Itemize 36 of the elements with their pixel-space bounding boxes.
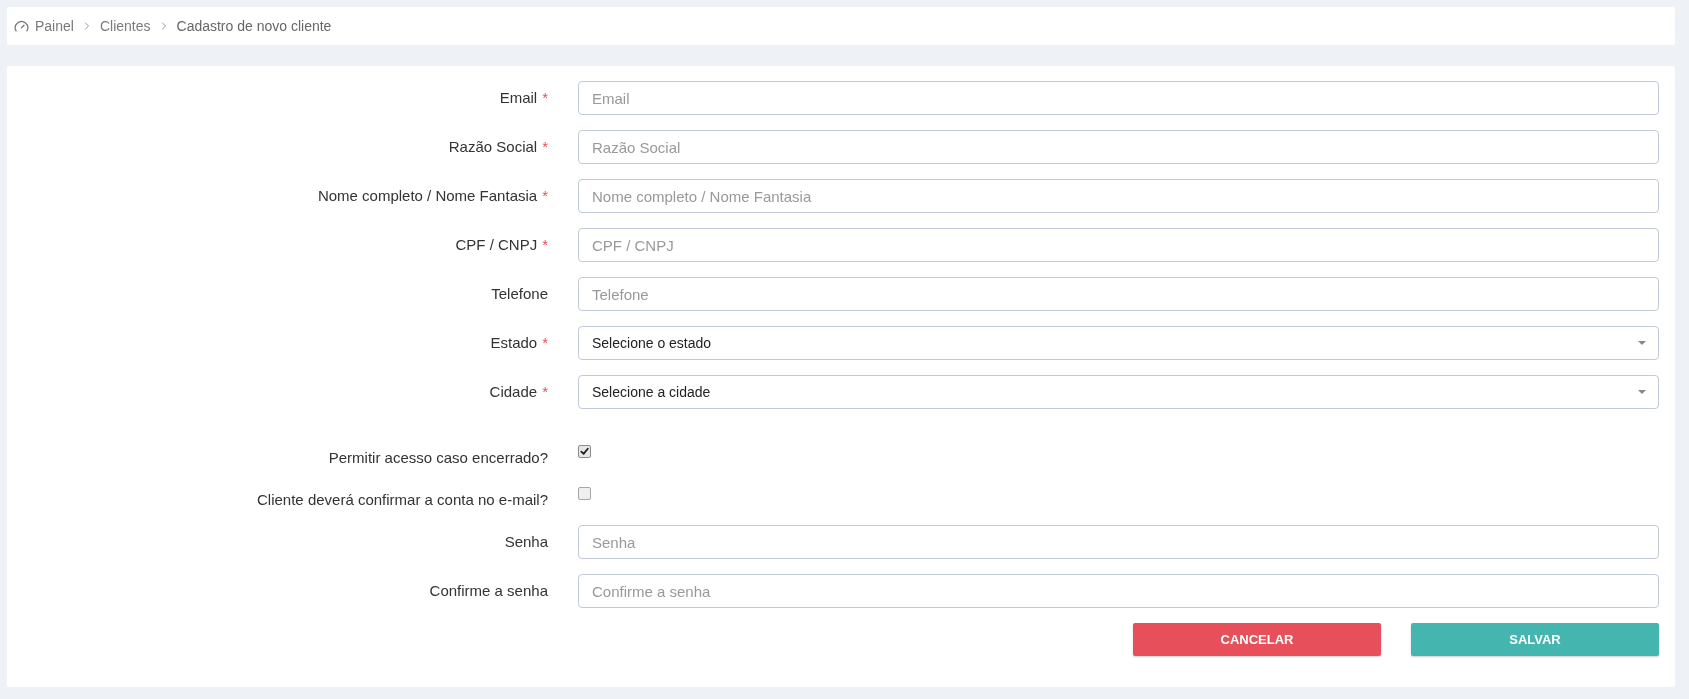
gauge-icon: [14, 18, 29, 34]
checkbox-label: Cliente deverá confirmar a conta no e-mail?: [257, 490, 548, 510]
caret-down-icon: [1638, 341, 1646, 345]
caret-down-icon: [1638, 390, 1646, 394]
checkbox[interactable]: [578, 445, 591, 458]
required-mark: *: [542, 88, 548, 108]
input-field[interactable]: Razão Social: [578, 130, 1659, 164]
breadcrumb-current: Cadastro de novo cliente: [176, 16, 332, 36]
field-label: Razão Social: [448, 137, 538, 157]
field-label: CPF / CNPJ: [455, 235, 538, 255]
required-mark: *: [542, 137, 548, 157]
checkbox[interactable]: [578, 487, 591, 500]
password-field[interactable]: Confirme a senha: [578, 574, 1659, 608]
cancel-button[interactable]: CANCELAR: [1133, 623, 1381, 656]
field-label: Confirme a senha: [429, 581, 548, 601]
field-label: Cidade: [489, 382, 538, 402]
breadcrumb-link[interactable]: Clientes: [99, 15, 151, 37]
input-field[interactable]: Nome completo / Nome Fantasia: [578, 179, 1659, 213]
required-mark: *: [542, 186, 548, 206]
breadcrumb-link[interactable]: Painel: [35, 15, 74, 37]
field-label: Estado: [490, 333, 538, 353]
field-label: Nome completo / Nome Fantasia: [317, 186, 538, 206]
field-label: Senha: [504, 532, 548, 552]
input-field[interactable]: CPF / CNPJ: [578, 228, 1659, 262]
password-field[interactable]: Senha: [578, 525, 1659, 559]
checkbox-label: Permitir acesso caso encerrado?: [328, 448, 548, 468]
save-button[interactable]: SALVAR: [1411, 623, 1659, 656]
field-label: Telefone: [491, 284, 548, 304]
required-mark: *: [542, 235, 548, 255]
input-field[interactable]: Email: [578, 81, 1659, 115]
field-label: Email: [499, 88, 538, 108]
select-field[interactable]: Selecione o estado: [578, 326, 1659, 360]
required-mark: *: [542, 382, 548, 402]
select-field[interactable]: Selecione a cidade: [578, 375, 1659, 409]
input-field[interactable]: Telefone: [578, 277, 1659, 311]
required-mark: *: [542, 333, 548, 353]
